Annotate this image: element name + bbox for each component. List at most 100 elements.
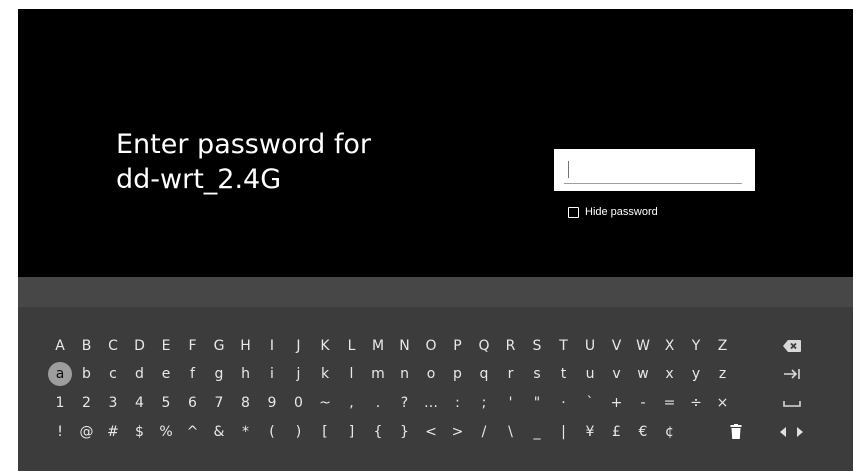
key-upper-12[interactable]: M xyxy=(366,334,390,358)
space-key[interactable] xyxy=(780,391,804,415)
key-digit-punct-16[interactable]: ; xyxy=(472,391,496,415)
key-lower-20[interactable]: u xyxy=(578,362,602,386)
key-lower-21[interactable]: v xyxy=(605,362,629,386)
key-lower-14[interactable]: o xyxy=(419,362,443,386)
key-lower-5[interactable]: f xyxy=(181,362,205,386)
key-upper-16[interactable]: Q xyxy=(472,334,496,358)
key-symbol-9[interactable]: ) xyxy=(287,420,311,444)
key-lower-7[interactable]: h xyxy=(234,362,258,386)
key-symbol-7[interactable]: * xyxy=(234,420,258,444)
key-lower-1[interactable]: b xyxy=(75,362,99,386)
key-upper-3[interactable]: D xyxy=(128,334,152,358)
key-symbol-10[interactable]: [ xyxy=(313,420,337,444)
key-symbol-13[interactable]: } xyxy=(393,420,417,444)
key-digit-punct-7[interactable]: 8 xyxy=(234,391,258,415)
key-upper-4[interactable]: E xyxy=(154,334,178,358)
key-digit-punct-24[interactable]: ÷ xyxy=(684,391,708,415)
key-lower-25[interactable]: z xyxy=(711,362,735,386)
key-digit-punct-12[interactable]: . xyxy=(366,391,390,415)
key-upper-19[interactable]: T xyxy=(552,334,576,358)
key-lower-13[interactable]: n xyxy=(393,362,417,386)
cursor-right-key[interactable] xyxy=(788,420,812,444)
key-lower-23[interactable]: x xyxy=(658,362,682,386)
key-symbol-22[interactable]: € xyxy=(631,420,655,444)
key-symbol-0[interactable]: ! xyxy=(48,420,72,444)
key-upper-17[interactable]: R xyxy=(499,334,523,358)
key-symbol-19[interactable]: | xyxy=(552,420,576,444)
key-lower-16[interactable]: q xyxy=(472,362,496,386)
key-digit-punct-21[interactable]: + xyxy=(605,391,629,415)
key-lower-2[interactable]: c xyxy=(101,362,125,386)
key-upper-20[interactable]: U xyxy=(578,334,602,358)
key-digit-punct-19[interactable]: · xyxy=(552,391,576,415)
key-digit-punct-8[interactable]: 9 xyxy=(260,391,284,415)
key-digit-punct-20[interactable]: ` xyxy=(578,391,602,415)
key-symbol-23[interactable]: ¢ xyxy=(658,420,682,444)
key-upper-2[interactable]: C xyxy=(101,334,125,358)
key-symbol-21[interactable]: £ xyxy=(605,420,629,444)
key-upper-11[interactable]: L xyxy=(340,334,364,358)
hide-password-checkbox[interactable] xyxy=(568,206,579,218)
key-digit-punct-10[interactable]: ~ xyxy=(313,391,337,415)
key-digit-punct-4[interactable]: 5 xyxy=(154,391,178,415)
password-input[interactable] xyxy=(564,155,742,184)
hide-password-toggle[interactable]: Hide password xyxy=(568,205,658,219)
key-digit-punct-2[interactable]: 3 xyxy=(101,391,125,415)
key-symbol-12[interactable]: { xyxy=(366,420,390,444)
key-lower-11[interactable]: l xyxy=(340,362,364,386)
key-symbol-18[interactable]: _ xyxy=(525,420,549,444)
key-lower-8[interactable]: i xyxy=(260,362,284,386)
key-upper-15[interactable]: P xyxy=(446,334,470,358)
key-lower-12[interactable]: m xyxy=(366,362,390,386)
key-lower-0[interactable]: a xyxy=(48,362,72,386)
key-digit-punct-17[interactable]: ' xyxy=(499,391,523,415)
key-digit-punct-9[interactable]: 0 xyxy=(287,391,311,415)
key-lower-24[interactable]: y xyxy=(684,362,708,386)
key-digit-punct-13[interactable]: ? xyxy=(393,391,417,415)
key-symbol-20[interactable]: ¥ xyxy=(578,420,602,444)
key-upper-14[interactable]: O xyxy=(419,334,443,358)
key-lower-22[interactable]: w xyxy=(631,362,655,386)
key-lower-17[interactable]: r xyxy=(499,362,523,386)
key-upper-18[interactable]: S xyxy=(525,334,549,358)
key-digit-punct-0[interactable]: 1 xyxy=(48,391,72,415)
key-lower-15[interactable]: p xyxy=(446,362,470,386)
key-symbol-14[interactable]: < xyxy=(419,420,443,444)
key-lower-18[interactable]: s xyxy=(525,362,549,386)
key-symbol-2[interactable]: # xyxy=(101,420,125,444)
key-upper-8[interactable]: I xyxy=(260,334,284,358)
key-lower-10[interactable]: k xyxy=(313,362,337,386)
key-symbol-17[interactable]: \ xyxy=(499,420,523,444)
key-lower-9[interactable]: j xyxy=(287,362,311,386)
key-digit-punct-15[interactable]: : xyxy=(446,391,470,415)
key-digit-punct-23[interactable]: = xyxy=(658,391,682,415)
key-digit-punct-18[interactable]: " xyxy=(525,391,549,415)
key-upper-23[interactable]: X xyxy=(658,334,682,358)
key-upper-22[interactable]: W xyxy=(631,334,655,358)
key-digit-punct-1[interactable]: 2 xyxy=(75,391,99,415)
key-symbol-3[interactable]: $ xyxy=(128,420,152,444)
key-symbol-11[interactable]: ] xyxy=(340,420,364,444)
key-digit-punct-14[interactable]: … xyxy=(419,391,443,415)
key-symbol-1[interactable]: @ xyxy=(75,420,99,444)
key-upper-5[interactable]: F xyxy=(181,334,205,358)
key-digit-punct-6[interactable]: 7 xyxy=(207,391,231,415)
key-lower-4[interactable]: e xyxy=(154,362,178,386)
key-digit-punct-3[interactable]: 4 xyxy=(128,391,152,415)
key-lower-6[interactable]: g xyxy=(207,362,231,386)
key-symbol-8[interactable]: ( xyxy=(260,420,284,444)
key-upper-24[interactable]: Y xyxy=(684,334,708,358)
backspace-key[interactable] xyxy=(780,334,804,358)
next-field-key[interactable] xyxy=(780,362,804,386)
password-field-container[interactable] xyxy=(554,149,755,191)
key-upper-9[interactable]: J xyxy=(287,334,311,358)
key-upper-1[interactable]: B xyxy=(75,334,99,358)
key-lower-19[interactable]: t xyxy=(552,362,576,386)
key-lower-3[interactable]: d xyxy=(128,362,152,386)
key-upper-6[interactable]: G xyxy=(207,334,231,358)
key-upper-25[interactable]: Z xyxy=(711,334,735,358)
key-upper-21[interactable]: V xyxy=(605,334,629,358)
key-digit-punct-11[interactable]: , xyxy=(340,391,364,415)
key-upper-13[interactable]: N xyxy=(393,334,417,358)
key-digit-punct-25[interactable]: × xyxy=(711,391,735,415)
